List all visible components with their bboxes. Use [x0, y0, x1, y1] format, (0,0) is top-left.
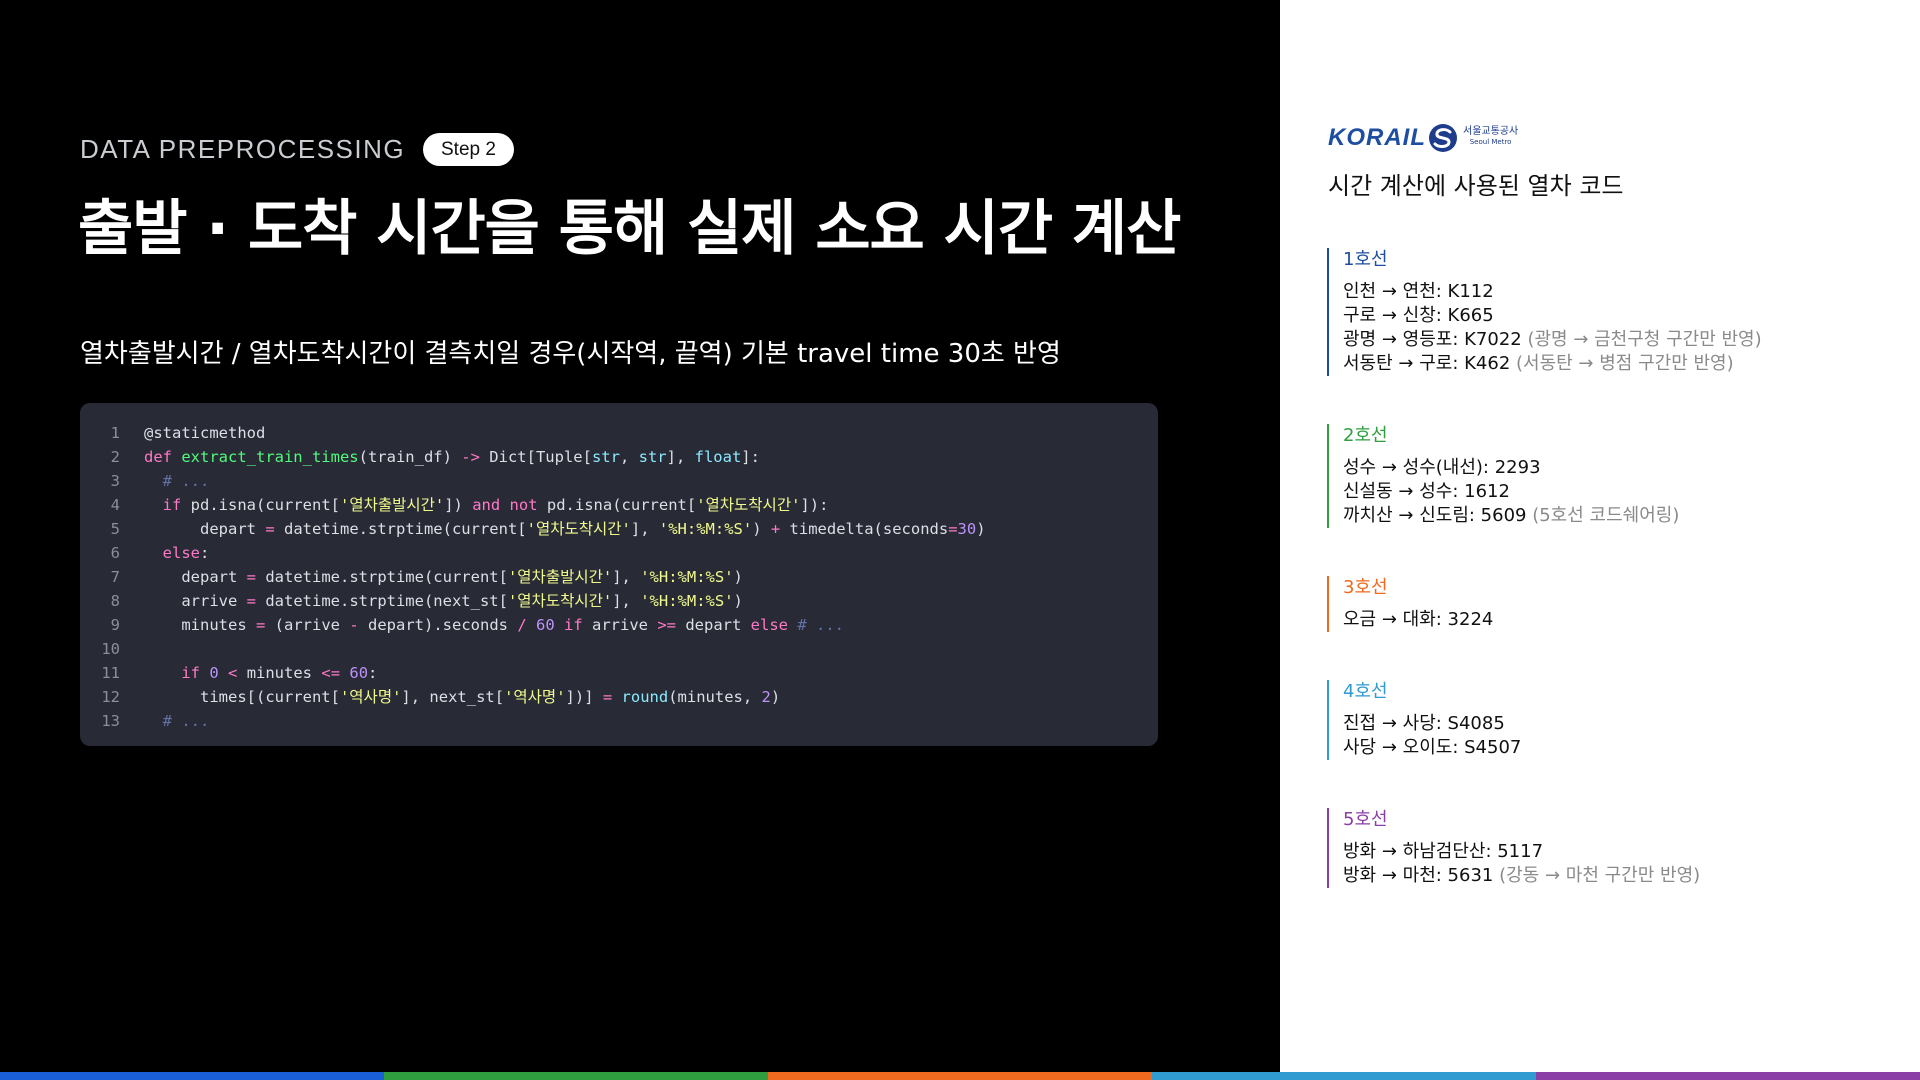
line-block: 4호선진접 → 사당: S4085 사당 → 오이도: S4507 [1327, 680, 1521, 760]
code-line: 7 depart = datetime.strptime(current['열차… [80, 565, 1158, 589]
route-row: 방화 → 마천: 5631 (강동 → 마천 구간만 반영) [1343, 864, 1700, 888]
route-text: 방화 → 하남검단산: 5117 [1343, 841, 1544, 862]
code-text: if 0 < minutes <= 60: [181, 664, 378, 682]
line-number: 6 [110, 544, 120, 562]
code-text: if pd.isna(current['열차출발시간']) and not pd… [162, 496, 829, 514]
code-block: 1 @staticmethod 2 def extract_train_times(t… [80, 403, 1158, 746]
route-note: (강동 → 마천 구간만 반영) [1493, 865, 1701, 886]
seoul-metro-logo-text: 서울교통공사 Seoul Metro [1463, 126, 1518, 148]
color-bar-segment [0, 1072, 384, 1080]
line-block: 2호선 성수 → 성수(내선): 2293 신설동 → 성수: 1612 까치산 → … [1327, 424, 1679, 528]
route-row: 오금 → 대화: 3224 [1343, 608, 1493, 632]
line-name: 3호선 [1343, 577, 1388, 598]
line-number: 5 [110, 520, 120, 538]
code-text: # ... [144, 712, 210, 730]
route-row: 서동탄 → 구로: K462 (서동탄 → 병점 구간만 반영) [1343, 352, 1762, 376]
line-name: 1호선 [1343, 249, 1388, 270]
section-label: DATA PREPROCESSING [80, 134, 406, 164]
code-text: depart = datetime.strptime(current['열차출발… [144, 568, 743, 586]
route-text: 인천 → 연천: K112 [1343, 281, 1494, 302]
route-text: 까치산 → 신도림: 5609 [1343, 505, 1527, 526]
route-row: 진접 → 사당: S4085 [1343, 712, 1521, 736]
route-row: 방화 → 하남검단산: 5117 [1343, 840, 1700, 864]
code-text: depart = datetime.strptime(current['열차도착… [144, 520, 986, 538]
route-text: 방화 → 마천: 5631 [1343, 865, 1494, 886]
seoul-metro-logo-kr: 서울교통공사 [1463, 126, 1519, 137]
color-bar-segment [1536, 1072, 1920, 1080]
korail-logo: KORAIL [1328, 124, 1426, 151]
code-line: 1 @staticmethod [80, 421, 1158, 445]
route-note: (5호선 코드쉐어링) [1526, 505, 1680, 526]
route-row: 성수 → 성수(내선): 2293 [1343, 456, 1679, 480]
route-text: 진접 → 사당: S4085 [1343, 713, 1505, 734]
page-subtitle: 열차출발시간 / 열차도착시간이 결측치일 경우(시작역, 끝역) 기본 tra… [80, 339, 1061, 369]
step-badge: Step 2 [423, 133, 514, 166]
line-name: 5호선 [1343, 809, 1388, 830]
code-text: def extract_train_times(train_df) -> Dic… [144, 448, 760, 466]
route-row: 사당 → 오이도: S4507 [1343, 736, 1521, 760]
code-line: 12 times[(current['역사명'], next_st['역사명']… [80, 685, 1158, 709]
seoul-metro-logo-icon [1429, 124, 1457, 152]
line-number: 7 [110, 568, 120, 586]
line-number: 10 [101, 640, 120, 658]
route-text: 오금 → 대화: 3224 [1343, 609, 1494, 630]
route-row: 인천 → 연천: K112 [1343, 280, 1762, 304]
slide-content: DATA PREPROCESSING Step 2 출발 · 도착 시간을 통해… [0, 0, 1280, 1072]
line-number: 2 [110, 448, 120, 466]
route-row: 구로 → 신창: K665 [1343, 304, 1762, 328]
line-number: 13 [101, 712, 120, 730]
line-number: 3 [110, 472, 120, 490]
line-block: 1호선 인천 → 연천: K112 구로 → 신창: K665 광명 → 영등포: K… [1327, 248, 1762, 376]
seoul-metro-logo-en: Seoul Metro [1469, 138, 1512, 146]
line-number: 9 [110, 616, 120, 634]
line-number: 8 [110, 592, 120, 610]
code-line: 2 def extract_train_times(train_df) -> Di… [80, 445, 1158, 469]
code-line: 3 # ... [80, 469, 1158, 493]
route-row: 까치산 → 신도림: 5609 (5호선 코드쉐어링) [1343, 504, 1679, 528]
route-row: 신설동 → 성수: 1612 [1343, 480, 1679, 504]
color-bar-segment [768, 1072, 1152, 1080]
code-line: 9 minutes = (arrive - depart).seconds / … [80, 613, 1158, 637]
code-line: 4 if pd.isna(current['열차출발시간']) and not … [80, 493, 1158, 517]
line-block: 3호선오금 → 대화: 3224 [1327, 576, 1493, 632]
color-bar-segment [1152, 1072, 1536, 1080]
route-note: (서동탄 → 병점 구간만 반영) [1510, 353, 1734, 374]
code-text: else: [162, 544, 210, 562]
code-line: 5 depart = datetime.strptime(current['열차… [80, 517, 1158, 541]
line-name: 4호선 [1343, 681, 1388, 702]
code-text: minutes = (arrive - depart).seconds / 60… [144, 616, 845, 634]
code-line: 11 if 0 < minutes <= 60: [80, 661, 1158, 685]
line-name: 2호선 [1343, 425, 1388, 446]
color-bar-segment [384, 1072, 768, 1080]
code-text: # ... [144, 472, 210, 490]
train-code-panel: KORAIL 서울교통공사 Seoul Metro 시간 계산에 사용된 열차 … [1280, 0, 1920, 1072]
line-number: 12 [101, 688, 120, 706]
line-block: 5호선 방화 → 하남검단산: 5117 방화 → 마천: 5631 (강동 → 마… [1327, 808, 1700, 888]
code-text: @staticmethod [144, 424, 266, 442]
code-text: times[(current['역사명'], next_st['역사명'])] … [144, 688, 781, 706]
code-line: 8 arrive = datetime.strptime(next_st['열차… [80, 589, 1158, 613]
route-text: 신설동 → 성수: 1612 [1343, 481, 1510, 502]
route-row: 광명 → 영등포: K7022 (광명 → 금천구청 구간만 반영) [1343, 328, 1762, 352]
line-color-bar [0, 1072, 1920, 1080]
route-text: 사당 → 오이도: S4507 [1343, 737, 1522, 758]
code-line: 10 [80, 637, 1158, 661]
page-title: 출발 · 도착 시간을 통해 실제 소요 시간 계산 [78, 194, 1181, 264]
route-text: 서동탄 → 구로: K462 [1343, 353, 1511, 374]
panel-title: 시간 계산에 사용된 열차 코드 [1328, 172, 1624, 200]
route-note: (광명 → 금천구청 구간만 반영) [1521, 329, 1762, 350]
code-line: 6 else: [80, 541, 1158, 565]
code-text: arrive = datetime.strptime(next_st['열차도착… [144, 592, 743, 610]
line-number: 1 [110, 424, 120, 442]
route-text: 성수 → 성수(내선): 2293 [1343, 457, 1541, 478]
route-text: 광명 → 영등포: K7022 [1343, 329, 1522, 350]
route-text: 구로 → 신창: K665 [1343, 305, 1494, 326]
line-number: 11 [101, 664, 120, 682]
code-line: 13 # ... [80, 709, 1158, 733]
line-number: 4 [110, 496, 120, 514]
